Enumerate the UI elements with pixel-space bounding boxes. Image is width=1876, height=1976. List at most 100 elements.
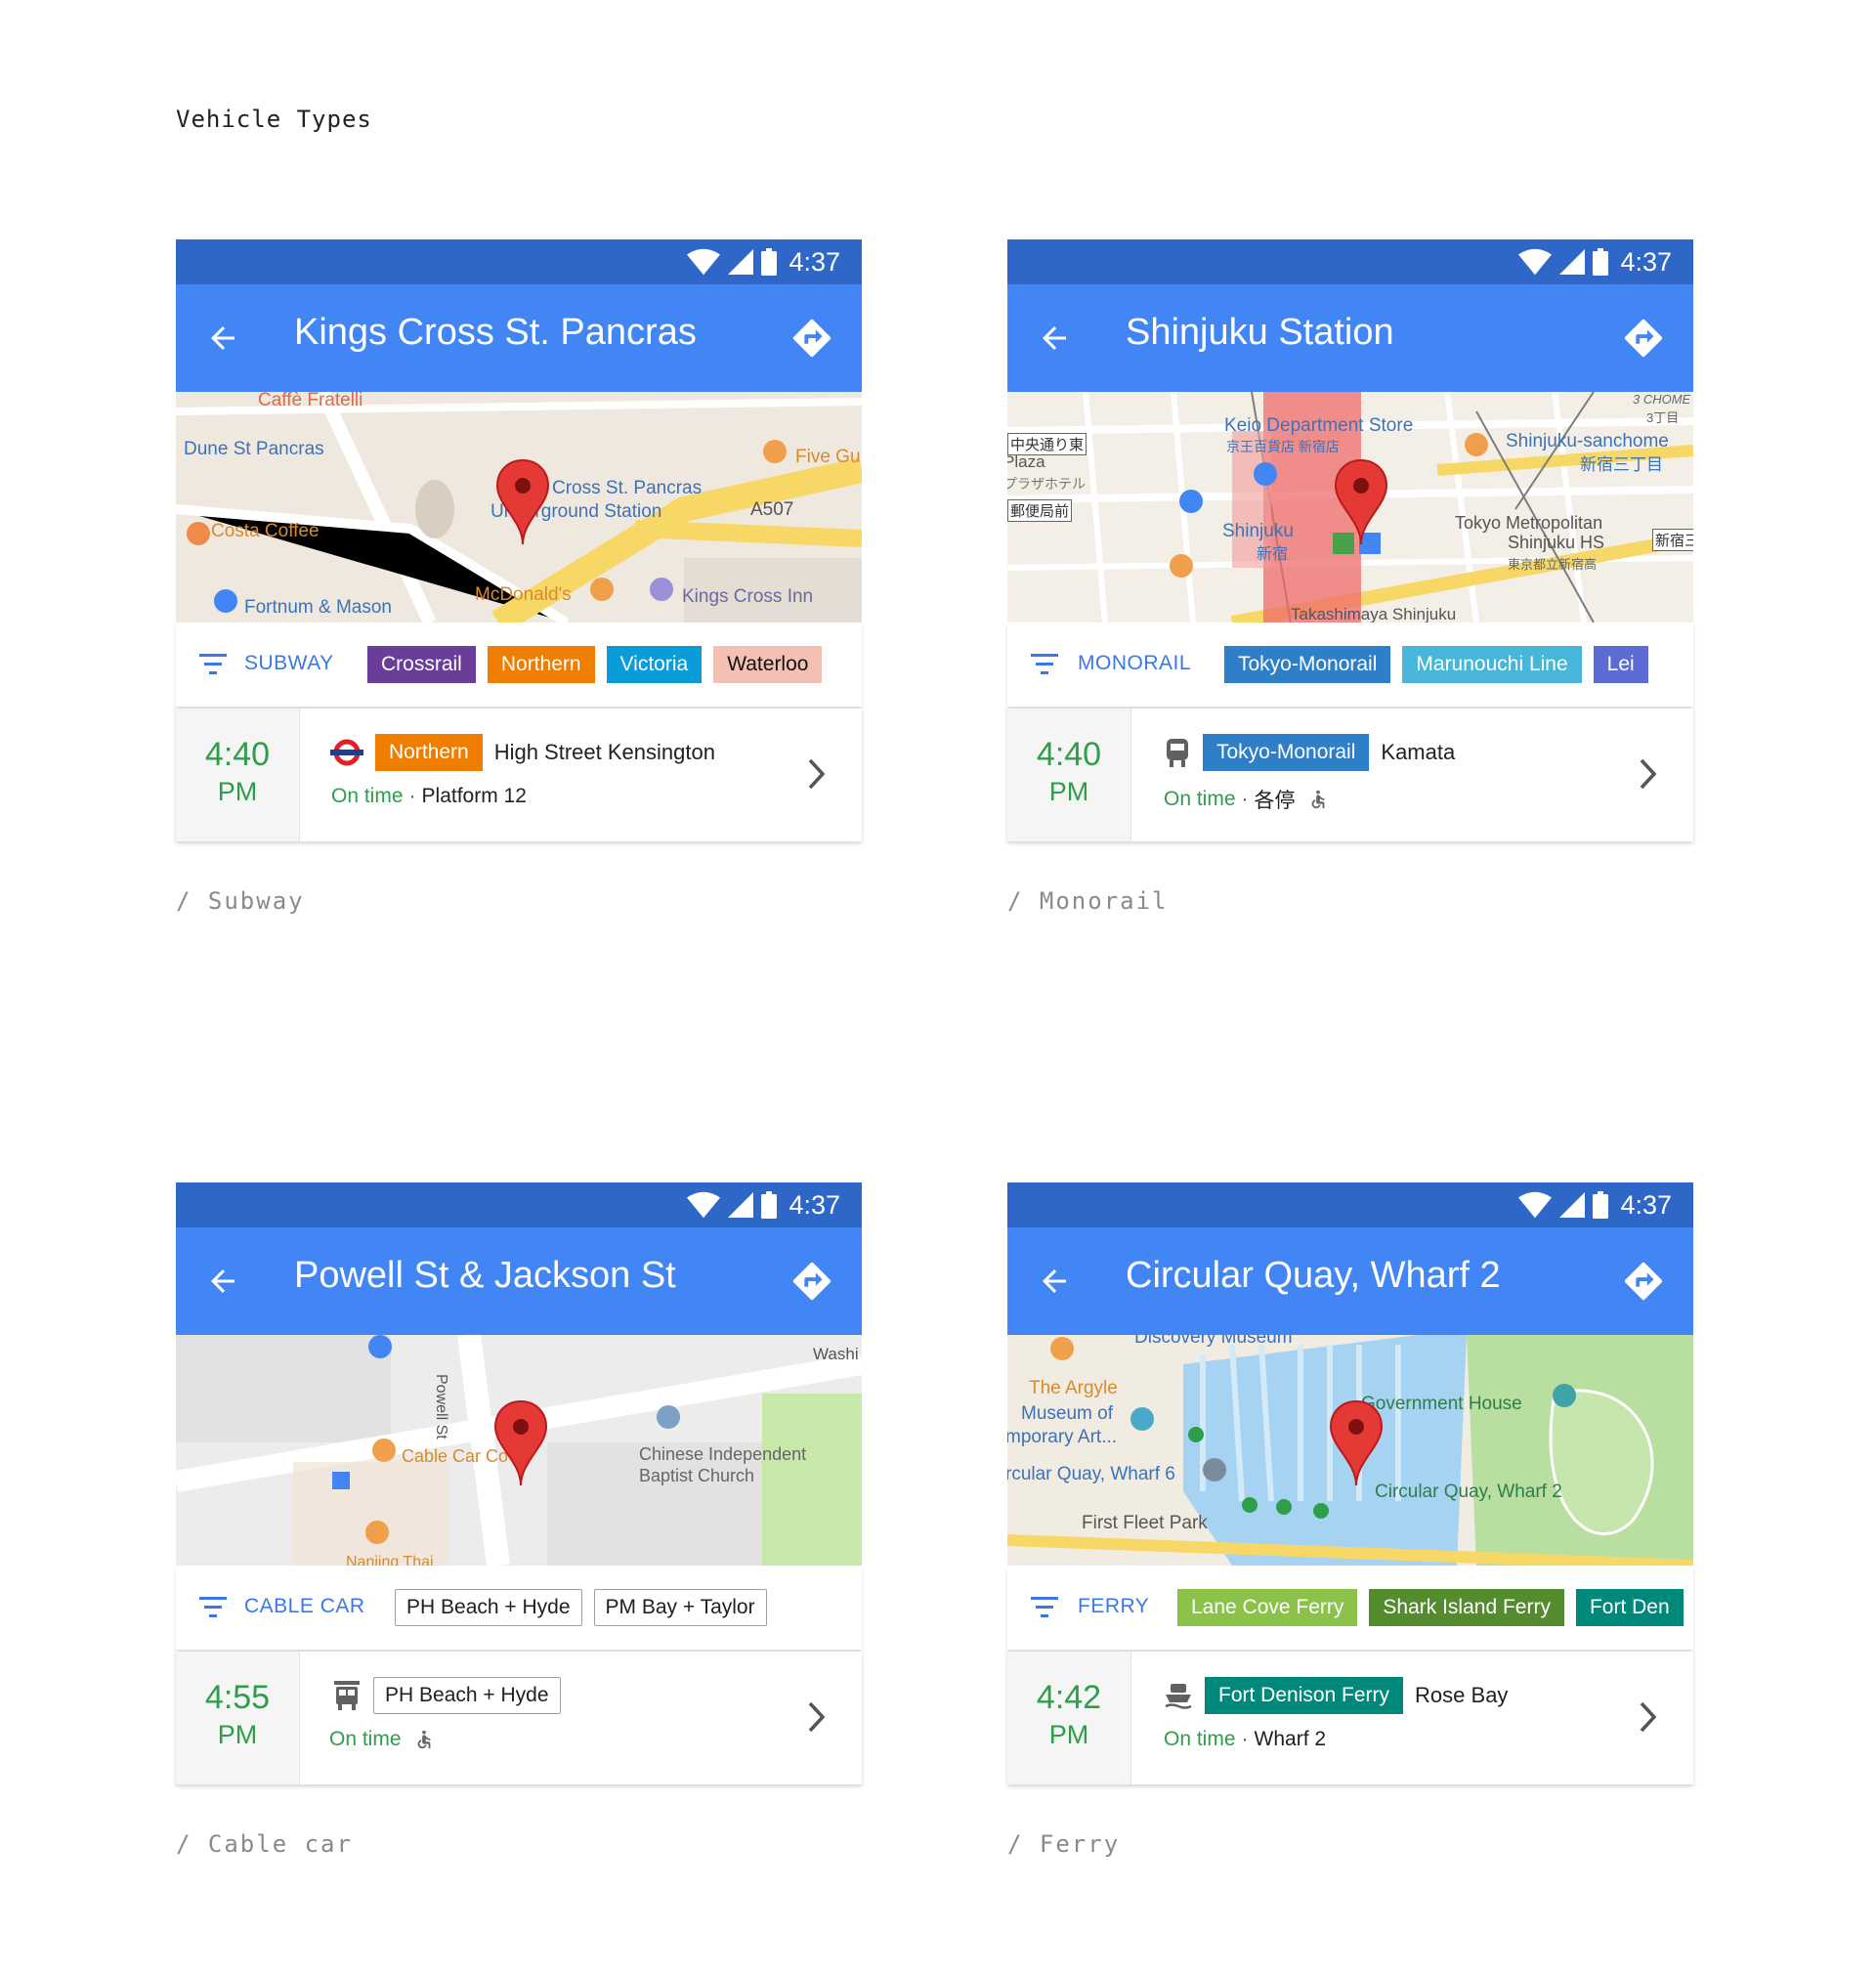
- filter-icon[interactable]: [1031, 654, 1058, 675]
- line-chip-victoria[interactable]: Victoria: [606, 646, 703, 683]
- departure-ampm: PM: [217, 1720, 258, 1749]
- filter-icon[interactable]: [199, 1597, 227, 1618]
- church-icon: [657, 1405, 680, 1429]
- cablecar-card: 4:37 Powell St & Jackson St Powell St Wa…: [176, 1182, 862, 1788]
- location-pin-icon[interactable]: [1329, 1399, 1384, 1487]
- app-bar: Circular Quay, Wharf 2: [1007, 1227, 1693, 1335]
- shopping-icon: [1254, 462, 1277, 486]
- app-bar: Powell St & Jackson St: [176, 1227, 862, 1335]
- mode-label[interactable]: SUBWAY: [244, 652, 334, 675]
- departure-row[interactable]: 4:40 PM Northern High Street Kensington …: [176, 709, 862, 841]
- map-view[interactable]: Powell St Washi Cable Car Co Chinese Ind…: [176, 1335, 862, 1566]
- directions-icon[interactable]: [1621, 316, 1666, 361]
- station-title: Circular Quay, Wharf 2: [1126, 1255, 1501, 1296]
- departure-ampm: PM: [1048, 777, 1089, 806]
- cable-car-icon: [334, 1681, 360, 1710]
- departure-status: On time: [1164, 788, 1236, 810]
- map-view[interactable]: Discovery Museum The Argyle Museum of mp…: [1007, 1335, 1693, 1566]
- back-arrow-icon[interactable]: [205, 321, 240, 356]
- location-pin-icon[interactable]: [495, 458, 550, 546]
- restaurant-icon: [1050, 1337, 1074, 1360]
- filter-row: FERRY Lane Cove Ferry Shark Island Ferry…: [1007, 1566, 1693, 1650]
- departure-wharf: Wharf 2: [1254, 1728, 1327, 1750]
- app-bar: Kings Cross St. Pancras: [176, 284, 862, 392]
- departure-service-type: 各停: [1254, 790, 1296, 812]
- line-chip-marunouchi[interactable]: Marunouchi Line: [1402, 646, 1582, 683]
- filter-row: SUBWAY Crossrail Northern Victoria Water…: [176, 623, 862, 707]
- mode-label[interactable]: FERRY: [1078, 1595, 1149, 1618]
- ferry-terminal-icon: [1313, 1503, 1329, 1519]
- departure-destination: Rose Bay: [1415, 1683, 1509, 1707]
- battery-icon: [1593, 1191, 1608, 1219]
- map-label: Kings Cross Inn: [682, 586, 814, 607]
- ferry-terminal-icon: [1242, 1497, 1258, 1513]
- poi-icon: [1179, 490, 1203, 513]
- map-label: Government House: [1361, 1394, 1522, 1414]
- map-label: Five Gu: [795, 447, 861, 467]
- location-pin-icon[interactable]: [493, 1399, 548, 1487]
- back-arrow-icon[interactable]: [1037, 321, 1072, 356]
- directions-icon[interactable]: [789, 316, 834, 361]
- underground-roundel-icon: [330, 739, 363, 766]
- departure-line-chip: Northern: [375, 734, 483, 771]
- line-chip-lei[interactable]: Lei: [1593, 646, 1648, 683]
- subway-card: 4:37 Kings Cross St. Pancras Caffè Frate…: [176, 239, 862, 845]
- back-arrow-icon[interactable]: [205, 1264, 240, 1299]
- map-label: Circular Quay, Wharf 2: [1375, 1482, 1562, 1502]
- chevron-right-icon[interactable]: [807, 757, 827, 791]
- mode-label[interactable]: MONORAIL: [1078, 652, 1191, 675]
- separator-dot: ·: [1241, 1728, 1249, 1750]
- location-pin-icon[interactable]: [1334, 458, 1388, 546]
- chevron-right-icon[interactable]: [1639, 757, 1658, 791]
- line-chip-fort-denison[interactable]: Fort Den: [1575, 1589, 1684, 1626]
- directions-icon[interactable]: [1621, 1259, 1666, 1304]
- directions-icon[interactable]: [789, 1259, 834, 1304]
- station-title: Powell St & Jackson St: [294, 1255, 676, 1296]
- map-view[interactable]: Keio Department Store 京王百貨店 新宿店 Shinjuku…: [1007, 392, 1693, 623]
- museum-icon: [1553, 1384, 1576, 1407]
- line-chip-crossrail[interactable]: Crossrail: [367, 646, 476, 683]
- map-label: rcular Quay, Wharf 6: [1007, 1464, 1175, 1484]
- battery-icon: [1593, 248, 1608, 276]
- line-chip-pm-bay-taylor[interactable]: PM Bay + Taylor: [593, 1589, 767, 1626]
- restaurant-icon: [763, 440, 787, 463]
- departure-status: On time: [329, 1728, 402, 1750]
- chevron-right-icon[interactable]: [1639, 1700, 1658, 1734]
- wifi-icon: [687, 248, 720, 276]
- departure-row[interactable]: 4:55 PM PH Beach + Hyde On time: [176, 1652, 862, 1784]
- map-label: mporary Art...: [1007, 1427, 1118, 1447]
- line-chip-lane-cove-ferry[interactable]: Lane Cove Ferry: [1177, 1589, 1358, 1626]
- map-label: Takashimaya Shinjuku: [1291, 605, 1457, 623]
- wifi-icon: [1518, 1191, 1552, 1219]
- filter-icon[interactable]: [1031, 1597, 1058, 1618]
- ferry-icon: [1165, 1684, 1192, 1709]
- caption-ferry: / Ferry: [1007, 1830, 1121, 1858]
- map-label: Dune St Pancras: [184, 439, 324, 459]
- departure-row[interactable]: 4:40 PM Tokyo-Monorail Kamata On time · …: [1007, 709, 1693, 841]
- mode-label[interactable]: CABLE CAR: [244, 1595, 365, 1618]
- departure-time: 4:55: [204, 1679, 271, 1716]
- line-chip-shark-island-ferry[interactable]: Shark Island Ferry: [1369, 1589, 1564, 1626]
- map-view[interactable]: Caffè Fratelli Dune St Pancras Cross St.…: [176, 392, 862, 623]
- departure-ampm: PM: [217, 777, 258, 806]
- station-title: Shinjuku Station: [1126, 312, 1394, 353]
- back-arrow-icon[interactable]: [1037, 1264, 1072, 1299]
- departure-row[interactable]: 4:42 PM Fort Denison Ferry Rose Bay On t…: [1007, 1652, 1693, 1784]
- departure-time: 4:40: [1036, 736, 1102, 773]
- cafe-icon: [187, 522, 210, 545]
- map-label: Costa Coffee: [211, 521, 320, 541]
- map-label: Nanjing Thai: [346, 1554, 434, 1566]
- line-chip-tokyo-monorail[interactable]: Tokyo-Monorail: [1224, 646, 1391, 683]
- line-chip-ph-beach-hyde[interactable]: PH Beach + Hyde: [395, 1589, 582, 1626]
- chevron-right-icon[interactable]: [807, 1700, 827, 1734]
- map-label: Keio Department Store: [1224, 415, 1414, 436]
- filter-icon[interactable]: [199, 654, 227, 675]
- map-label: Cross St. Pancras: [552, 478, 703, 498]
- signal-icon: [1559, 1191, 1585, 1219]
- caption-subway: / Subway: [176, 887, 305, 915]
- separator-dot: ·: [408, 785, 416, 807]
- caption-cablecar: / Cable car: [176, 1830, 353, 1858]
- line-chip-northern[interactable]: Northern: [487, 646, 595, 683]
- transit-icon: [332, 1472, 350, 1489]
- line-chip-waterloo[interactable]: Waterloo: [713, 646, 823, 683]
